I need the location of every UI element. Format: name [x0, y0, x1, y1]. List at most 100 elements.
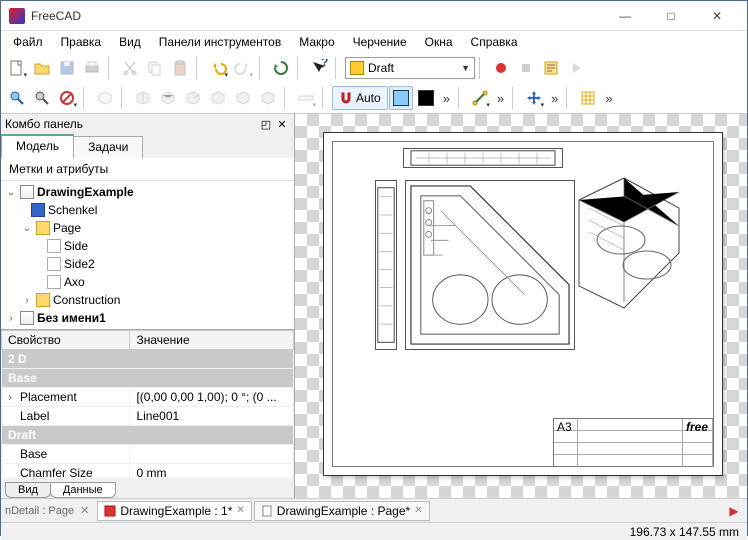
toolbar-overflow-button-2[interactable]: »: [493, 86, 508, 110]
projection-front: [405, 180, 575, 350]
zoom-fit-button[interactable]: [5, 86, 29, 110]
macro-record-button[interactable]: [489, 56, 513, 80]
tree-item[interactable]: Side2: [64, 257, 95, 271]
props-header-key[interactable]: Свойство: [2, 331, 130, 350]
props-val[interactable]: Line001: [130, 407, 294, 426]
menu-windows[interactable]: Окна: [417, 33, 461, 51]
doctab-drawing-example[interactable]: DrawingExample : 1* ✕: [97, 501, 251, 521]
view-iso-button[interactable]: [93, 86, 117, 110]
toolbar-overflow-button-4[interactable]: »: [601, 86, 616, 110]
menu-file[interactable]: Файл: [5, 33, 51, 51]
tree-root[interactable]: DrawingExample: [37, 185, 134, 199]
minimize-button[interactable]: —: [603, 2, 647, 30]
cut-button[interactable]: [118, 56, 142, 80]
props-val[interactable]: [130, 445, 294, 464]
combo-panel: Комбо панель ◰ ✕ Модель Задачи Метки и а…: [1, 114, 295, 498]
document-icon: [20, 185, 34, 199]
whats-this-button[interactable]: ?: [307, 56, 331, 80]
print-button[interactable]: [80, 56, 104, 80]
macro-edit-button[interactable]: [539, 56, 563, 80]
page-icon: [47, 239, 61, 253]
maximize-button[interactable]: □: [649, 2, 693, 30]
redo-button[interactable]: [231, 56, 255, 80]
paste-button[interactable]: [168, 56, 192, 80]
draw-style-button[interactable]: [55, 86, 79, 110]
menu-edit[interactable]: Правка: [53, 33, 110, 51]
draft-grid-button[interactable]: [576, 86, 600, 110]
menu-macro[interactable]: Макро: [291, 33, 342, 51]
drawing-viewport: A3free: [295, 114, 747, 498]
close-button[interactable]: ✕: [695, 2, 739, 30]
tab-scroll-right-button[interactable]: ▶: [725, 502, 743, 520]
draft-line-button[interactable]: [468, 86, 492, 110]
page-icon: [47, 257, 61, 271]
snap-auto-label: Auto: [356, 91, 381, 105]
menu-view[interactable]: Вид: [111, 33, 149, 51]
expand-toggle[interactable]: ⌄: [21, 223, 33, 234]
tab-close-icon[interactable]: ✕: [80, 504, 89, 517]
refresh-button[interactable]: [269, 56, 293, 80]
view-bottom-button[interactable]: [231, 86, 255, 110]
tab-model[interactable]: Модель: [1, 134, 74, 158]
projection-top: [403, 148, 563, 168]
doctab-drawing-page[interactable]: DrawingExample : Page* ✕: [254, 501, 430, 521]
model-tree[interactable]: ⌄ DrawingExample Schenkel ⌄ Page Side Si…: [1, 181, 294, 329]
menu-draft[interactable]: Черчение: [345, 33, 415, 51]
undo-button[interactable]: [206, 56, 230, 80]
snap-auto-button[interactable]: Auto: [332, 86, 388, 110]
props-key[interactable]: ›Placement: [2, 388, 130, 407]
sheet-size: A3: [554, 419, 578, 430]
macro-run-button[interactable]: [564, 56, 588, 80]
document-icon: [104, 505, 116, 517]
panel-close-button[interactable]: ✕: [274, 116, 290, 132]
view-left-button[interactable]: [256, 86, 280, 110]
view-right-button[interactable]: [181, 86, 205, 110]
combo-panel-title: Комбо панель: [5, 117, 258, 131]
tab-close-icon[interactable]: ✕: [414, 505, 422, 516]
props-val[interactable]: [(0,00 0,00 1,00); 0 °; (0 ...: [130, 388, 294, 407]
view-rear-button[interactable]: [206, 86, 230, 110]
doctab-label: DrawingExample : Page*: [277, 504, 410, 518]
expand-toggle[interactable]: ⌄: [5, 187, 17, 198]
menu-toolbars[interactable]: Панели инструментов: [151, 33, 289, 51]
props-val[interactable]: 0 mm: [130, 464, 294, 479]
snap-color2-button[interactable]: [414, 86, 438, 110]
tree-item[interactable]: Page: [53, 221, 81, 235]
view-front-button[interactable]: [131, 86, 155, 110]
props-key[interactable]: Chamfer Size: [2, 464, 130, 479]
measure-button[interactable]: [294, 86, 318, 110]
drawing-canvas[interactable]: A3free: [295, 114, 747, 498]
expand-toggle[interactable]: ›: [21, 295, 33, 306]
page-icon: [47, 275, 61, 289]
tab-tasks[interactable]: Задачи: [73, 136, 143, 158]
props-key[interactable]: Base: [2, 445, 130, 464]
workbench-selector[interactable]: Draft ▼: [345, 57, 475, 79]
folder-icon: [36, 293, 50, 307]
proptab-view[interactable]: Вид: [5, 482, 51, 498]
snap-color1-button[interactable]: [389, 86, 413, 110]
doctab-truncated[interactable]: nDetail : Page: [5, 505, 78, 517]
toolbar-overflow-button[interactable]: »: [439, 86, 454, 110]
proptab-data[interactable]: Данные: [50, 482, 116, 498]
props-key[interactable]: Label: [2, 407, 130, 426]
tree-item[interactable]: Construction: [53, 293, 120, 307]
zoom-selection-button[interactable]: [30, 86, 54, 110]
toolbar-view: Auto » » » »: [1, 83, 747, 113]
props-header-val[interactable]: Значение: [130, 331, 294, 350]
panel-undock-button[interactable]: ◰: [258, 116, 274, 132]
tree-item[interactable]: Axo: [64, 275, 85, 289]
draft-move-button[interactable]: [522, 86, 546, 110]
menu-help[interactable]: Справка: [463, 33, 526, 51]
tree-item[interactable]: Без имени1: [37, 311, 106, 325]
copy-button[interactable]: [143, 56, 167, 80]
tree-item[interactable]: Side: [64, 239, 88, 253]
open-file-button[interactable]: [30, 56, 54, 80]
new-file-button[interactable]: [5, 56, 29, 80]
view-top-button[interactable]: [156, 86, 180, 110]
toolbar-overflow-button-3[interactable]: »: [547, 86, 562, 110]
save-button[interactable]: [55, 56, 79, 80]
tree-item[interactable]: Schenkel: [48, 203, 97, 217]
macro-stop-button[interactable]: [514, 56, 538, 80]
tab-close-icon[interactable]: ✕: [236, 505, 244, 516]
expand-toggle[interactable]: ›: [5, 313, 17, 324]
